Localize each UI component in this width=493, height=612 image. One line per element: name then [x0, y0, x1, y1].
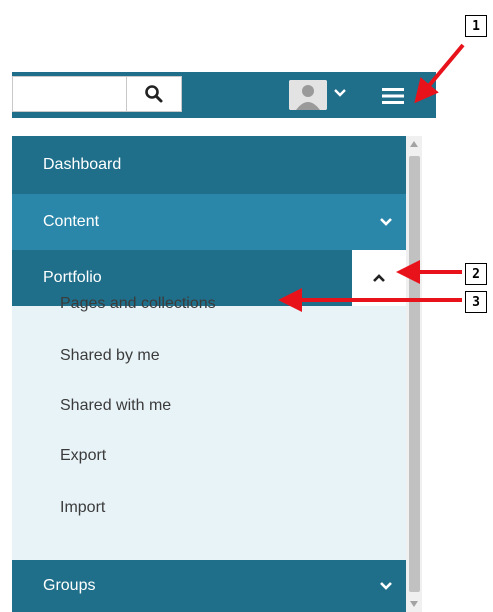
submenu-item-shared-by-me[interactable]: Shared by me [12, 330, 406, 382]
callout-label: 2 [472, 266, 480, 282]
callout-label: 1 [472, 18, 480, 34]
user-avatar-icon [289, 80, 327, 110]
callout-3: 3 [465, 291, 487, 313]
menu-item-label: Groups [43, 577, 96, 594]
callout-label: 3 [472, 294, 480, 310]
submenu-item-shared-with-me[interactable]: Shared with me [12, 380, 406, 432]
submenu-item-label: Export [60, 447, 107, 464]
callout-1: 1 [465, 15, 487, 37]
callout-2: 2 [465, 263, 487, 285]
chevron-down-icon[interactable] [332, 86, 348, 100]
submenu-item-label: Pages and collections [60, 295, 216, 312]
menu-item-content[interactable]: Content [12, 194, 406, 250]
user-avatar[interactable] [289, 80, 327, 110]
menu-toggle-button[interactable] [376, 82, 410, 110]
scroll-up-arrow-icon[interactable] [409, 140, 419, 148]
submenu-item-pages-and-collections[interactable]: Pages and collections [12, 278, 406, 330]
submenu-item-label: Shared by me [60, 347, 160, 364]
menu-item-dashboard[interactable]: Dashboard [12, 136, 406, 194]
chevron-down-icon[interactable] [378, 215, 394, 229]
menu-scrollbar-thumb[interactable] [409, 156, 420, 592]
submenu-item-label: Import [60, 499, 106, 516]
search-icon [145, 85, 163, 103]
menu-item-groups[interactable]: Groups [12, 560, 406, 612]
search-button[interactable] [126, 76, 182, 112]
submenu-item-import[interactable]: Import [12, 482, 406, 534]
submenu-item-label: Shared with me [60, 397, 172, 414]
search-input[interactable] [12, 76, 126, 112]
hamburger-menu-icon [382, 88, 404, 104]
menu-item-label: Content [43, 213, 100, 230]
chevron-down-icon[interactable] [378, 579, 394, 593]
submenu-item-export[interactable]: Export [12, 430, 406, 482]
menu-item-label: Dashboard [43, 156, 122, 173]
scroll-down-arrow-icon[interactable] [409, 600, 419, 608]
